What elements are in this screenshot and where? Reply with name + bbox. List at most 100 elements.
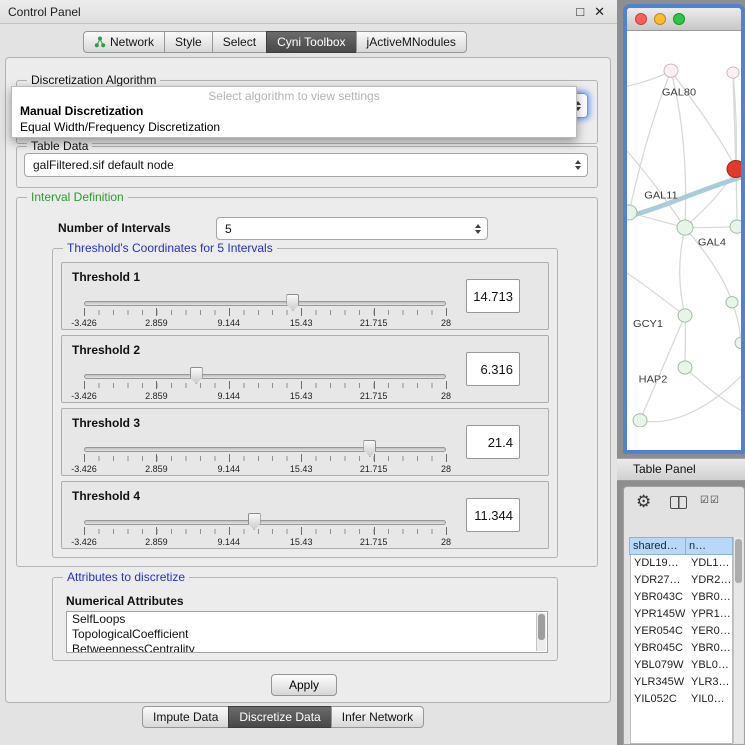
table-cell: YDL1… xyxy=(688,555,732,572)
list-scrollbar[interactable] xyxy=(536,613,546,651)
network-window-titlebar xyxy=(627,8,741,31)
slider-tick-label: 9.144 xyxy=(218,464,241,474)
float-window-icon[interactable]: □ xyxy=(576,4,584,20)
close-light-icon[interactable] xyxy=(635,13,647,25)
table-row[interactable]: YER054CYER0… xyxy=(631,623,732,640)
gear-icon[interactable]: ⚙ xyxy=(636,493,651,510)
table-row[interactable]: YDR27…YDR2… xyxy=(631,572,732,589)
network-canvas[interactable]: GAL80GAL11GAL4GCY1HAP2 xyxy=(627,31,741,427)
tab-select[interactable]: Select xyxy=(212,31,267,53)
slider-minor-ticks xyxy=(84,383,446,388)
top-tab-bar: Network Style SelectCyni Toolbox jActiveMNo… xyxy=(84,31,467,53)
slider-thumb[interactable] xyxy=(190,367,203,384)
tab-cyni-toolbox[interactable]: Cyni Toolbox xyxy=(266,31,356,53)
tab-label: Style xyxy=(175,35,202,49)
table-cell: YLR345W xyxy=(631,674,688,691)
threshold-value-field[interactable]: 14.713 xyxy=(466,279,520,313)
slider-tick-label: 15.43 xyxy=(290,318,313,328)
attribute-list-item[interactable]: BetweennessCentrality xyxy=(67,642,547,653)
table-row[interactable]: YDL19…YDL1… xyxy=(631,555,732,572)
slider-major-tick xyxy=(156,308,157,316)
network-node[interactable] xyxy=(678,309,692,322)
tab-style[interactable]: Style xyxy=(164,31,213,53)
network-node[interactable] xyxy=(735,337,741,348)
threshold-value-field[interactable]: 21.4 xyxy=(466,425,520,459)
table-scrollbar[interactable] xyxy=(733,537,743,743)
slider-major-tick xyxy=(374,454,375,462)
slider-track[interactable] xyxy=(84,374,446,379)
scrollbar-thumb[interactable] xyxy=(735,539,742,583)
number-of-intervals-select[interactable]: 5 xyxy=(216,217,488,240)
algorithm-option[interactable]: Equal Width/Frequency Discretization xyxy=(12,119,576,135)
network-node[interactable] xyxy=(727,67,739,78)
network-node[interactable] xyxy=(678,361,692,374)
tab-discretize-data[interactable]: Discretize Data xyxy=(228,706,331,728)
slider-major-tick xyxy=(156,454,157,462)
table-cell: YBR0… xyxy=(688,640,732,657)
apply-button[interactable]: Apply xyxy=(271,674,337,696)
threshold-slider[interactable]: -3.4262.8599.14415.4321.71528 xyxy=(84,293,446,329)
threshold-value-field[interactable]: 11.344 xyxy=(466,498,520,532)
slider-thumb[interactable] xyxy=(286,294,299,311)
network-node[interactable] xyxy=(730,220,741,233)
columns-icon[interactable] xyxy=(670,496,687,509)
table-row[interactable]: YBL079WYBL0… xyxy=(631,657,732,674)
slider-tick-label: 9.144 xyxy=(218,391,241,401)
network-node-selected[interactable] xyxy=(727,160,741,177)
network-node[interactable] xyxy=(664,64,678,77)
slider-tick-label: 28 xyxy=(441,391,451,401)
minimize-light-icon[interactable] xyxy=(654,13,666,25)
threshold-panel-4: Threshold 4-3.4262.8599.14415.4321.71528… xyxy=(61,481,549,549)
tab-network[interactable]: Network xyxy=(83,31,165,53)
network-node[interactable] xyxy=(677,220,693,235)
scrollbar-thumb[interactable] xyxy=(538,614,545,640)
thresholds-group: Threshold's Coordinates for 5 Intervals … xyxy=(52,248,558,558)
slider-track[interactable] xyxy=(84,520,446,525)
table-row[interactable]: YBR045CYBR0… xyxy=(631,640,732,657)
tab-label: jActiveMNodules xyxy=(367,35,456,49)
table-cell: YBL079W xyxy=(631,657,688,674)
table-row[interactable]: YIL052CYIL0… xyxy=(631,691,732,708)
slider-track[interactable] xyxy=(84,301,446,306)
threshold-label: Threshold 3 xyxy=(72,416,140,430)
window-title: Control Panel xyxy=(8,5,81,19)
table-data-select-value: galFiltered.sif default node xyxy=(33,158,174,172)
numerical-attributes-list[interactable]: SelfLoopsTopologicalCoefficientBetweenne… xyxy=(66,611,548,653)
network-node[interactable] xyxy=(726,297,738,308)
tab-jactivemnodules[interactable]: jActiveMNodules xyxy=(356,31,467,53)
slider-tick-label: -3.426 xyxy=(71,318,97,328)
slider-tick-label: 15.43 xyxy=(290,464,313,474)
tab-infer-network[interactable]: Infer Network xyxy=(331,706,424,728)
slider-tick-label: 15.43 xyxy=(290,537,313,547)
slider-track[interactable] xyxy=(84,447,446,452)
threshold-slider[interactable]: -3.4262.8599.14415.4321.71528 xyxy=(84,512,446,548)
threshold-slider[interactable]: -3.4262.8599.14415.4321.71528 xyxy=(84,439,446,475)
tab-impute-data[interactable]: Impute Data xyxy=(142,706,229,728)
slider-major-tick xyxy=(229,454,230,462)
slider-major-tick xyxy=(156,527,157,535)
slider-tick-label: 21.715 xyxy=(360,391,388,401)
threshold-value-field[interactable]: 6.316 xyxy=(466,352,520,386)
network-node[interactable] xyxy=(633,414,647,427)
table-column-header[interactable]: n… xyxy=(685,537,733,555)
threshold-slider[interactable]: -3.4262.8599.14415.4321.71528 xyxy=(84,366,446,402)
select-columns-checkbox-icons[interactable]: ☑☑ xyxy=(700,495,720,506)
table-row[interactable]: YBR043CYBR0… xyxy=(631,589,732,606)
table-header-row: shared…n… xyxy=(630,537,733,555)
close-window-icon[interactable]: ✕ xyxy=(594,4,605,20)
table-column-header[interactable]: shared… xyxy=(629,537,686,555)
combo-stepper-icon xyxy=(475,224,481,234)
attribute-list-item[interactable]: TopologicalCoefficient xyxy=(67,627,547,642)
network-node[interactable] xyxy=(627,205,637,220)
algorithm-option[interactable]: Manual Discretization xyxy=(12,103,576,119)
table-row[interactable]: YLR345WYLR3… xyxy=(631,674,732,691)
slider-tick-label: 28 xyxy=(441,318,451,328)
network-graph[interactable]: GAL80GAL11GAL4GCY1HAP2 xyxy=(627,31,741,427)
attribute-list-item[interactable]: SelfLoops xyxy=(67,612,547,627)
table-cell: YDR27… xyxy=(631,572,688,589)
node-label: GCY1 xyxy=(633,318,663,330)
zoom-light-icon[interactable] xyxy=(673,13,685,25)
slider-thumb[interactable] xyxy=(248,513,261,530)
table-data-select[interactable]: galFiltered.sif default node xyxy=(24,153,588,177)
table-row[interactable]: YPR145WYPR1… xyxy=(631,606,732,623)
